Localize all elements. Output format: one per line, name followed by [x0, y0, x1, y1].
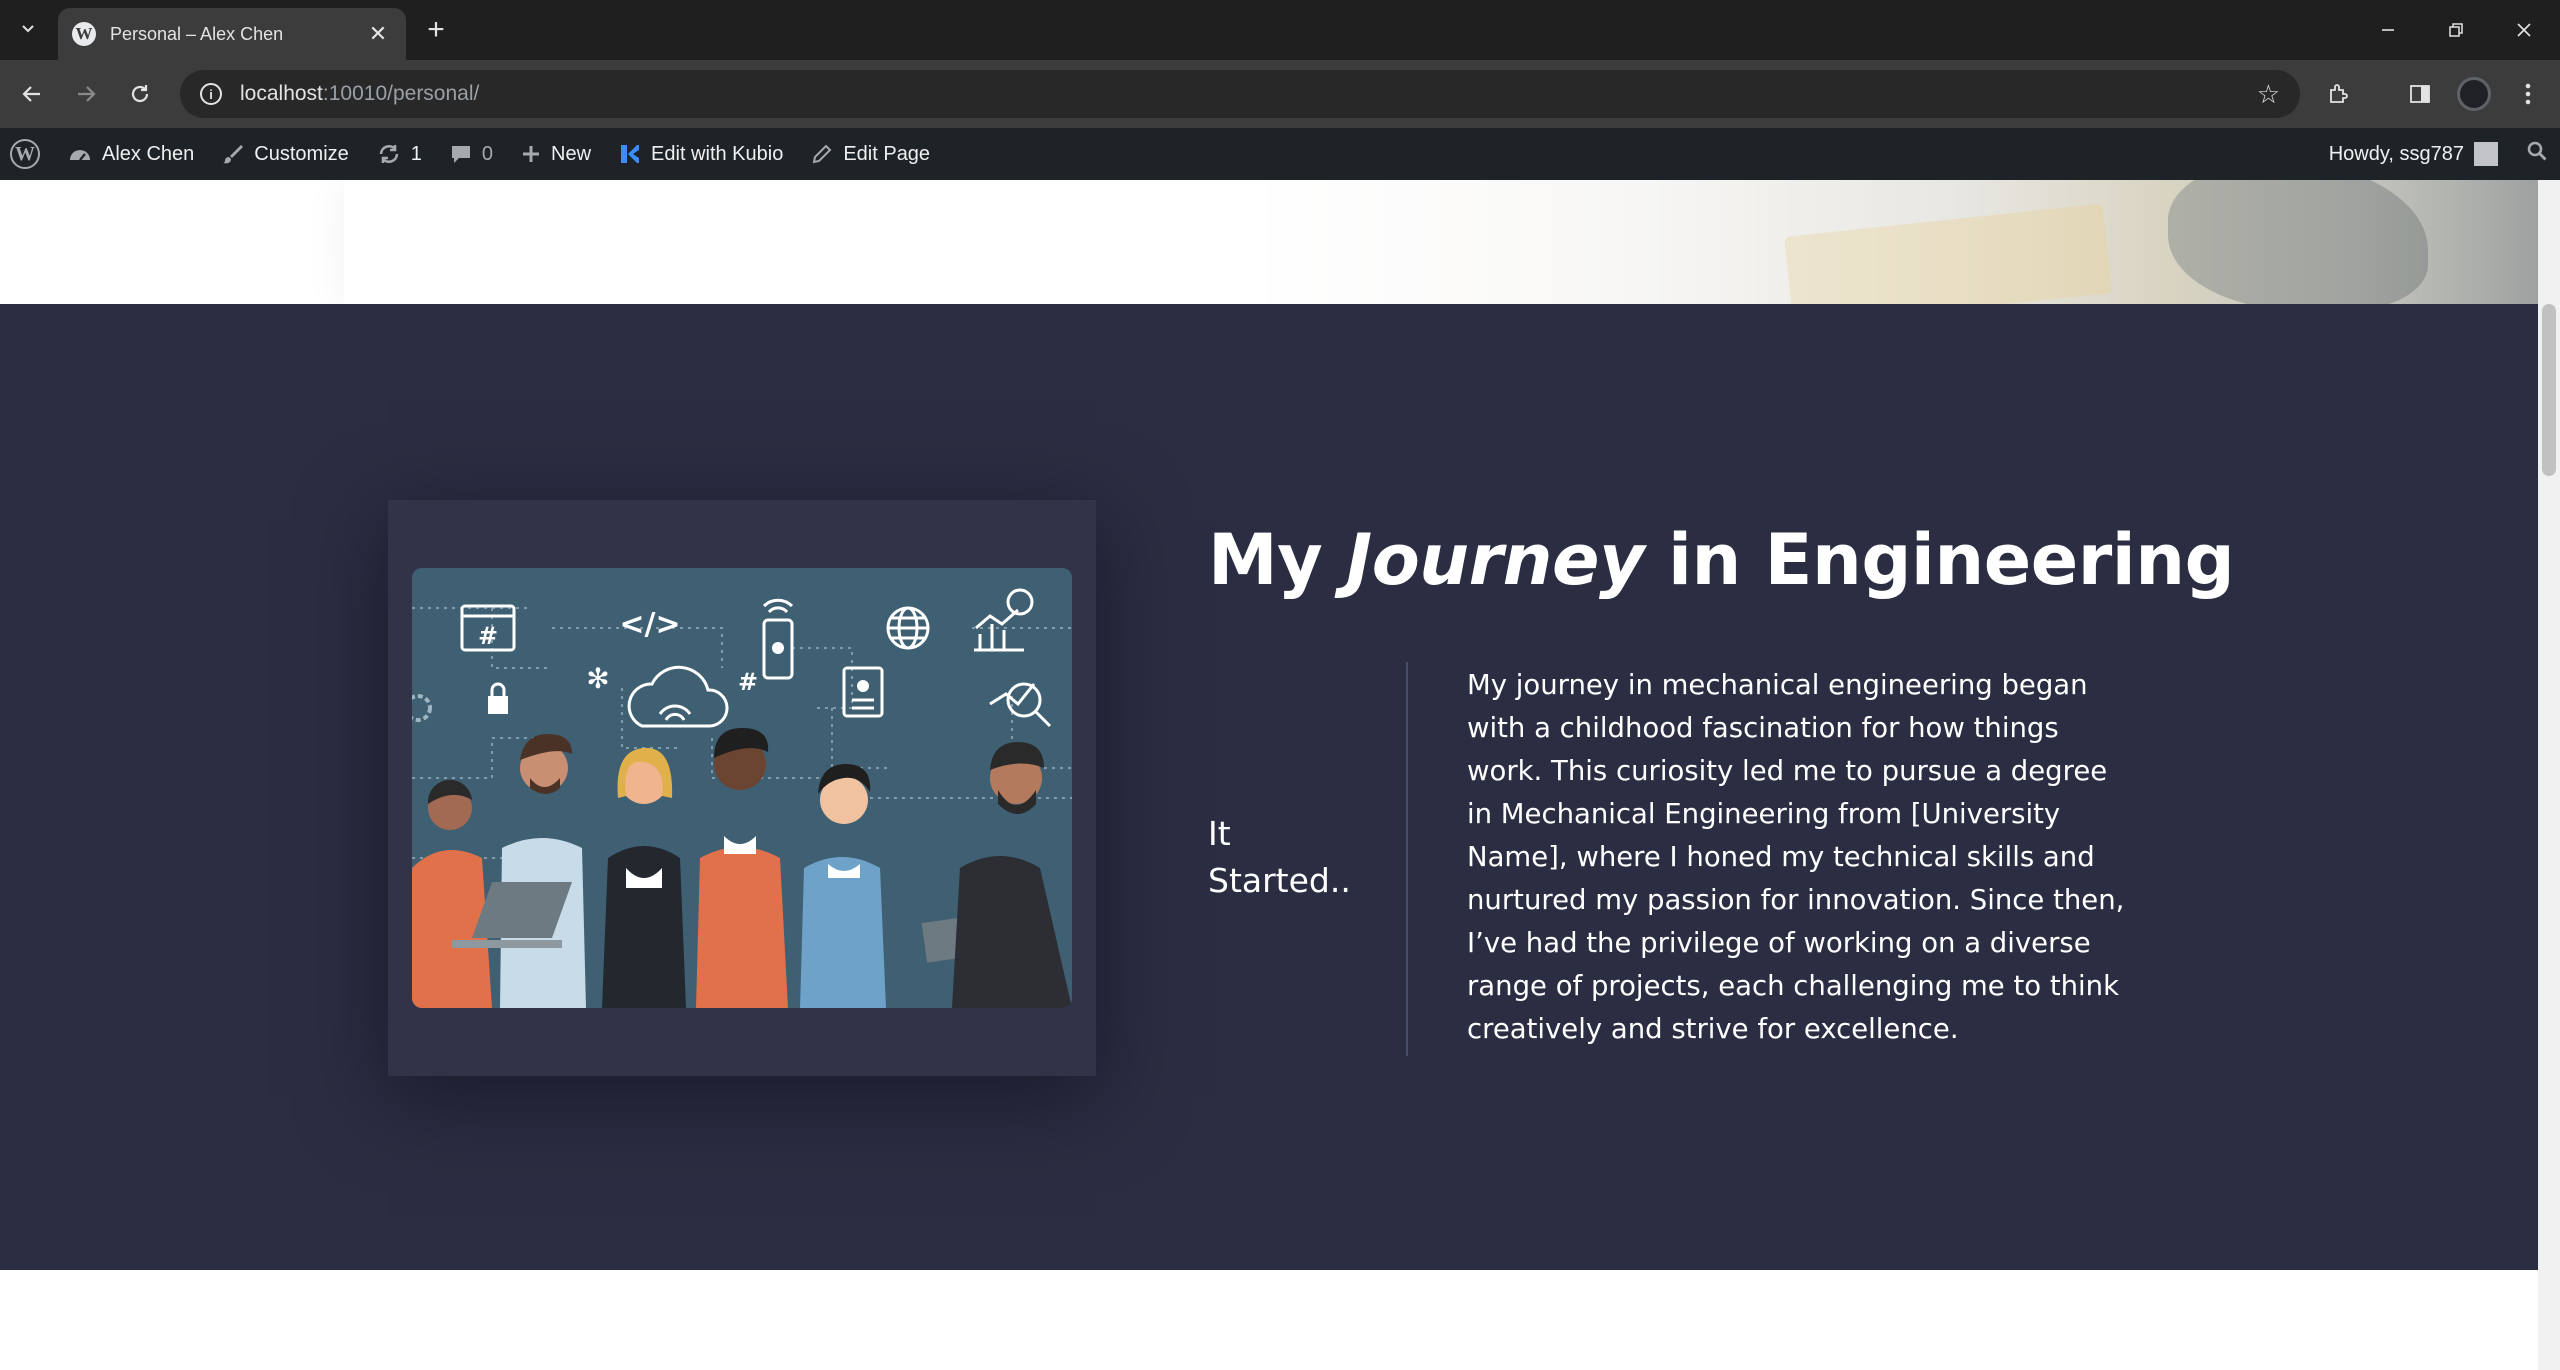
admin-bar-edit-with-kubio[interactable]: Edit with Kubio — [605, 128, 797, 180]
section-heading: My Journey in Engineering — [1208, 519, 2235, 601]
kubio-logo-icon — [621, 145, 640, 163]
browser-menu-kebab-icon[interactable] — [2508, 74, 2548, 114]
edit-page-label: Edit Page — [843, 142, 931, 165]
next-section-start — [0, 1270, 2538, 1370]
address-bar[interactable]: i localhost:10010/personal/ ☆ — [180, 70, 2300, 118]
heading-prefix: My — [1208, 519, 1347, 601]
browser-toolbar: i localhost:10010/personal/ ☆ — [0, 60, 2560, 128]
scrollbar-thumb[interactable] — [2542, 304, 2556, 476]
it-started-label: It Started.. — [1208, 814, 1351, 900]
previous-section-photo — [1268, 180, 2538, 304]
admin-bar-new[interactable]: New — [507, 128, 605, 180]
previous-section-card — [344, 180, 1268, 304]
chevron-down-icon — [20, 20, 36, 41]
close-window-button[interactable] — [2490, 0, 2558, 60]
bookmark-star-icon[interactable]: ☆ — [2257, 79, 2280, 110]
profile-avatar-button[interactable] — [2454, 74, 2494, 114]
minimize-window-button[interactable] — [2354, 0, 2422, 60]
comment-bubble-icon — [450, 143, 472, 165]
profile-avatar-icon — [2457, 77, 2491, 111]
svg-text:#: # — [478, 622, 498, 650]
wp-logo-menu[interactable]: W — [0, 128, 54, 180]
wordpress-logo-icon: W — [10, 139, 40, 169]
new-label: New — [551, 142, 592, 165]
search-icon — [2526, 140, 2548, 168]
page-viewport: # </> ✻ # My Journey in Engineering It S… — [0, 180, 2538, 1370]
plus-icon — [521, 144, 541, 164]
reload-button[interactable] — [120, 74, 160, 114]
admin-bar-my-account[interactable]: Howdy, ssg787 — [2315, 128, 2512, 180]
admin-bar-customize[interactable]: Customize — [208, 128, 362, 180]
page-scrollbar[interactable] — [2538, 180, 2560, 1370]
admin-bar-secondary: Howdy, ssg787 — [2315, 128, 2560, 180]
close-tab-icon[interactable]: ✕ — [364, 21, 392, 47]
url-path: :10010/personal/ — [322, 82, 480, 105]
journey-image-card: # </> ✻ # — [388, 500, 1096, 1076]
paintbrush-icon — [222, 143, 244, 165]
journey-paragraph: My journey in mechanical engineering beg… — [1467, 669, 2125, 1045]
new-tab-button[interactable]: + — [418, 12, 454, 48]
previous-section-tail — [0, 180, 2538, 304]
admin-bar-comments[interactable]: 0 — [436, 128, 507, 180]
illustration-svg: # </> ✻ # — [412, 568, 1072, 1008]
side-panel-icon[interactable] — [2400, 74, 2440, 114]
snowflake-icon: ✻ — [586, 662, 609, 695]
code-tag-icon: </> — [619, 607, 680, 642]
howdy-label: Howdy, ssg787 — [2328, 142, 2464, 165]
forward-button[interactable] — [66, 74, 106, 114]
restore-window-button[interactable] — [2422, 0, 2490, 60]
updates-refresh-icon — [377, 142, 401, 166]
tab-search-button[interactable] — [10, 12, 46, 48]
user-avatar-icon — [2474, 142, 2498, 166]
kubio-label: Edit with Kubio — [651, 142, 784, 165]
url-text: localhost:10010/personal/ — [240, 82, 479, 106]
site-info-icon[interactable]: i — [200, 83, 222, 105]
admin-bar-updates[interactable]: 1 — [363, 128, 436, 180]
heading-emphasis: Journey — [1346, 519, 1645, 601]
site-name-label: Alex Chen — [102, 142, 195, 165]
heading-suffix: in Engineering — [1644, 519, 2235, 601]
dashboard-gauge-icon — [68, 144, 92, 164]
vertical-divider — [1406, 662, 1408, 1056]
updates-count: 1 — [410, 142, 422, 165]
journey-section — [0, 304, 2538, 1270]
admin-bar-search[interactable] — [2512, 128, 2560, 180]
url-host: localhost — [240, 82, 323, 105]
comments-count: 0 — [481, 142, 494, 165]
browser-tabstrip: W Personal – Alex Chen ✕ + — [0, 0, 2560, 60]
extensions-puzzle-icon[interactable] — [2318, 74, 2358, 114]
back-button[interactable] — [12, 74, 52, 114]
customize-label: Customize — [254, 142, 349, 165]
admin-bar-site-name[interactable]: Alex Chen — [54, 128, 208, 180]
browser-tab-active[interactable]: W Personal – Alex Chen ✕ — [58, 8, 406, 60]
wp-admin-bar: W Alex Chen Customize 1 0 New Edit with … — [0, 128, 2560, 180]
wordpress-favicon-icon: W — [72, 22, 96, 46]
team-technology-illustration: # </> ✻ # — [412, 568, 1072, 1008]
admin-bar-edit-page[interactable]: Edit Page — [797, 128, 944, 180]
tab-title: Personal – Alex Chen — [110, 23, 284, 44]
pencil-icon — [811, 143, 833, 165]
svg-text:#: # — [738, 668, 758, 696]
